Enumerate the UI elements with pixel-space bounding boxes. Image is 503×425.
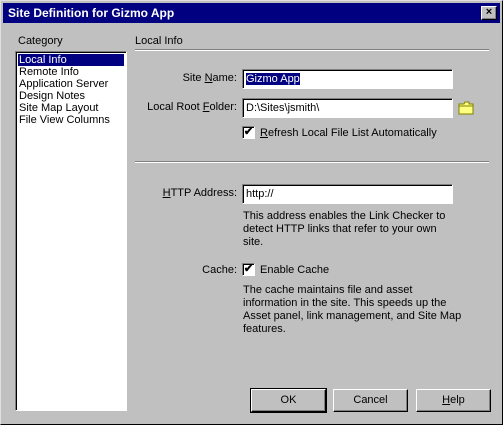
cancel-button[interactable]: Cancel xyxy=(333,389,408,412)
cache-description: The cache maintains file and asset infor… xyxy=(243,284,462,335)
section-title-divider xyxy=(135,49,489,51)
category-heading: Category xyxy=(18,35,63,47)
category-list[interactable]: Local Info Remote Info Application Serve… xyxy=(15,51,127,411)
category-item-local-info[interactable]: Local Info xyxy=(18,54,124,66)
ok-button[interactable]: OK xyxy=(250,388,327,413)
close-button[interactable]: × xyxy=(481,6,497,20)
site-name-label: Site Name: xyxy=(182,72,237,84)
local-root-folder-label: Local Root Folder: xyxy=(147,101,237,113)
local-root-folder-input[interactable]: D:\Sites\jsmith\ xyxy=(242,98,453,118)
refresh-label[interactable]: Refresh Local File List Automatically xyxy=(260,127,437,139)
folder-icon[interactable] xyxy=(458,101,474,115)
http-address-label: HTTP Address: xyxy=(162,187,237,199)
category-item-file-view-columns[interactable]: File View Columns xyxy=(18,114,124,126)
category-item-site-map-layout[interactable]: Site Map Layout xyxy=(18,102,124,114)
middle-divider xyxy=(135,161,489,163)
http-address-value: http:// xyxy=(246,188,274,200)
category-item-design-notes[interactable]: Design Notes xyxy=(18,90,124,102)
http-address-input[interactable]: http:// xyxy=(242,184,453,204)
enable-cache-label[interactable]: Enable Cache xyxy=(260,264,329,276)
site-definition-dialog: Site Definition for Gizmo App × Category… xyxy=(0,0,503,425)
site-name-input[interactable]: Gizmo App xyxy=(242,69,453,89)
category-item-remote-info[interactable]: Remote Info xyxy=(18,66,124,78)
local-root-folder-value: D:\Sites\jsmith\ xyxy=(246,102,320,114)
window-title: Site Definition for Gizmo App xyxy=(8,6,175,20)
site-name-value: Gizmo App xyxy=(246,73,300,85)
cache-label: Cache: xyxy=(202,264,237,276)
help-button[interactable]: Help xyxy=(416,389,491,412)
checkmark-icon: ✔ xyxy=(243,263,254,275)
category-item-application-server[interactable]: Application Server xyxy=(18,78,124,90)
http-address-description: This address enables the Link Checker to… xyxy=(243,210,446,248)
title-bar[interactable]: Site Definition for Gizmo App × xyxy=(3,3,500,23)
section-title: Local Info xyxy=(135,35,183,47)
refresh-checkbox[interactable]: ✔ xyxy=(242,126,255,139)
enable-cache-checkbox[interactable]: ✔ xyxy=(242,263,255,276)
checkmark-icon: ✔ xyxy=(243,126,254,138)
close-icon: × xyxy=(485,6,493,18)
